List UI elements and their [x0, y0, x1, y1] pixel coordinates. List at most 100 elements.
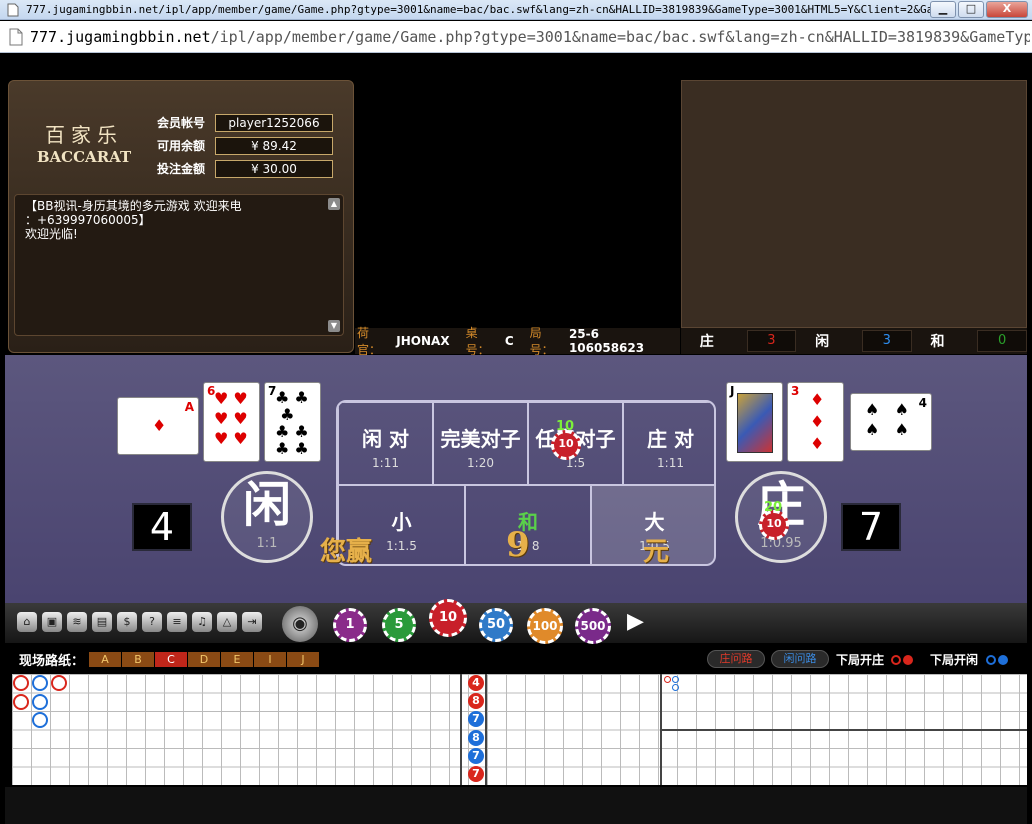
big-road-banker [13, 694, 29, 710]
bet-perfect-pair[interactable]: 完美对子 1:20 [433, 402, 528, 485]
banker-card-3: 4 ♠ ♠ ♠ ♠ [850, 393, 932, 451]
ask-banker-button[interactable]: 庄问路 [707, 650, 765, 668]
road-tab-a[interactable]: A [89, 651, 121, 667]
card-suit: ♦ [152, 416, 167, 435]
player-card-1: A ♦ [117, 397, 199, 455]
bet-odds: 1:11 [372, 456, 399, 470]
chat-line: 欢迎光临! [25, 227, 78, 241]
score-bar: 庄 3 闲 3 和 0 [681, 328, 1027, 354]
road-tab-b[interactable]: B [122, 651, 154, 667]
next-player-dot-icon [998, 655, 1008, 665]
next-player-ring-icon [986, 655, 996, 665]
video-area [355, 80, 680, 325]
bet-banker-pair[interactable]: 庄 对 1:11 [623, 402, 714, 485]
road-header: 现场路纸： A B C D E I J 庄问路 闲问路 下局开庄 下局开闲 [5, 647, 1027, 671]
bet-player-pair[interactable]: 闲 对 1:11 [338, 402, 433, 485]
bead-road-banker: 7 [468, 766, 484, 782]
tie-count-label: 和 [930, 334, 945, 350]
jack-face-image [737, 393, 773, 453]
player-card-2: 6 ♥ ♥ ♥ ♥ ♥ ♥ [203, 382, 260, 462]
member-value: player1252066 [215, 113, 333, 132]
banker-count-label: 庄 [699, 334, 714, 350]
bet-amount-label: 投注金额 [157, 162, 206, 176]
ask-player-button[interactable]: 闲问路 [771, 650, 829, 668]
chat-box[interactable]: 【BB视讯-身历其境的多元游戏 欢迎来电 ：+639997060005】 欢迎光… [14, 194, 344, 336]
url-text[interactable]: 777.jugamingbbin.net/ipl/app/member/game… [30, 28, 1030, 46]
placed-amount-banker: 20 [764, 500, 783, 515]
lobby-icon[interactable]: ⌂ [17, 612, 37, 632]
next-banker-ring-icon [891, 655, 901, 665]
game-toolbar: ⌂ ▣ ≋ ▤ $ ? ≡ ♫ △ ⇥ ◉ 1 5 10 50 100 500 … [5, 599, 1027, 644]
chip-50[interactable]: 50 [479, 608, 513, 642]
banker-count: 3 [746, 330, 797, 352]
chip-5[interactable]: 5 [382, 608, 416, 642]
dealer-value: JHONAX [396, 334, 450, 348]
road-tab-i[interactable]: I [254, 651, 286, 667]
chip-10[interactable]: 10 [429, 599, 467, 637]
next-banker-dot-icon [903, 655, 913, 665]
balance-label: 可用余额 [157, 139, 206, 153]
scroll-down-icon[interactable]: ▼ [328, 320, 340, 332]
help-icon[interactable]: ? [142, 612, 162, 632]
bead-road-player: 7 [468, 711, 484, 727]
next-player-label: 下局开闲 [930, 653, 979, 667]
chip-500[interactable]: 500 [575, 608, 611, 644]
address-bar[interactable]: 777.jugamingbbin.net/ipl/app/member/game… [0, 21, 1032, 53]
maximize-button[interactable]: □ [958, 1, 984, 18]
logo-cn: 百家乐 [45, 123, 123, 147]
big-road-banker [51, 675, 67, 691]
close-button[interactable]: X [986, 1, 1028, 18]
placed-amount-either-pair: 10 [556, 419, 575, 434]
big-road-banker [13, 675, 29, 691]
dealer-bar: 荷官： JHONAX 桌号： C 局号： 25-6 106058623 [355, 326, 680, 357]
chip-100[interactable]: 100 [527, 608, 563, 644]
video-icon[interactable]: ▣ [42, 612, 62, 632]
rules-icon[interactable]: ≡ [167, 612, 187, 632]
win-unit: 元 [643, 537, 670, 567]
scroll-up-icon[interactable]: ▲ [328, 198, 340, 210]
bet-label: 完美对子 [440, 427, 521, 451]
chip-1[interactable]: 1 [333, 608, 367, 642]
bead-road-player: 8 [468, 730, 484, 746]
player-total: 4 [132, 503, 192, 551]
big-road-player [32, 675, 48, 691]
road-tab-j[interactable]: J [287, 651, 319, 667]
card-rank: 4 [918, 396, 927, 410]
music-icon[interactable]: ♫ [192, 612, 212, 632]
road-tab-d[interactable]: D [188, 651, 220, 667]
player-bet-spot[interactable]: 闲 1:1 [221, 471, 313, 563]
placed-chip-either-pair[interactable]: 10 [551, 430, 581, 460]
logo-en: BACCARAT [36, 148, 132, 166]
balance-value: ¥ 89.42 [215, 136, 333, 155]
history-icon[interactable]: ▤ [92, 612, 112, 632]
money-icon[interactable]: $ [117, 612, 137, 632]
banker-total: 7 [841, 503, 901, 551]
bet-amount-value: ¥ 30.00 [215, 159, 333, 178]
bead-road-banker: 8 [468, 693, 484, 709]
card-rank: 3 [791, 384, 800, 398]
bet-odds: 1:5 [565, 456, 586, 470]
chip-settings-icon[interactable]: △ [217, 612, 237, 632]
document-icon [7, 3, 19, 16]
chat-line: 【BB视讯-身历其境的多元游戏 欢迎来电 [25, 199, 242, 213]
road-tab-c[interactable]: C [155, 651, 187, 667]
chip-stack-icon[interactable]: ◉ [282, 606, 318, 642]
exit-icon[interactable]: ⇥ [242, 612, 262, 632]
round-label: 局号： [529, 326, 554, 357]
derived-road-player [672, 684, 679, 691]
account-info: 会员帐号 player1252066 可用余额 ¥ 89.42 投注金额 ¥ 30.0… [157, 111, 333, 180]
next-chips-icon[interactable]: ▶ [627, 609, 644, 634]
chip-stack: 10 [558, 437, 574, 450]
road-tab-e[interactable]: E [221, 651, 253, 667]
chip-stack: 10 [766, 517, 782, 530]
player-count: 3 [861, 330, 912, 352]
game-area: 百家乐 BACCARAT 会员帐号 player1252066 可用余额 ¥ 89.… [5, 53, 1027, 824]
banker-card-1: J [726, 382, 783, 462]
card-rank: J [730, 384, 735, 398]
signal-icon[interactable]: ≋ [67, 612, 87, 632]
big-road-player [32, 712, 48, 728]
player-bet-odds: 1:1 [256, 536, 278, 551]
bottom-bar [5, 787, 1027, 824]
minimize-button[interactable]: ▁ [930, 1, 956, 18]
derived-road-banker [664, 676, 671, 683]
